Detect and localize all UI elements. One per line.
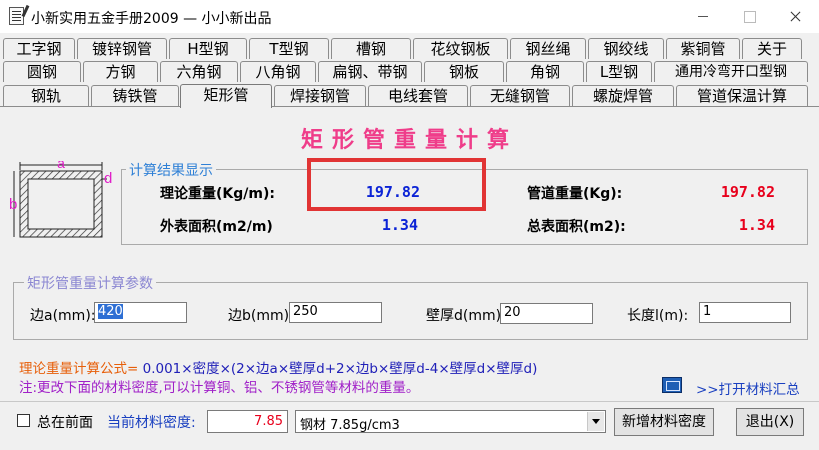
tab-cold-formed-steel[interactable]: 通用冷弯开口型钢: [654, 61, 808, 82]
diagram-label-d: d: [104, 170, 112, 187]
tab-square-steel[interactable]: 方钢: [83, 61, 158, 82]
tab-flat-steel[interactable]: 扁钢、带钢: [318, 61, 422, 82]
side-b-label: 边b(mm):: [228, 308, 294, 324]
side-b-input[interactable]: 250: [289, 302, 382, 323]
tab-seamless-pipe[interactable]: 无缝钢管: [470, 85, 570, 106]
diagram-label-b: b: [9, 196, 17, 213]
page-title: 矩形管重量计算: [300, 127, 518, 153]
tab-steel-plate[interactable]: 钢板: [424, 61, 504, 82]
rectangular-pipe-diagram: a b d: [9, 161, 112, 238]
tab-h-beam[interactable]: H型钢: [169, 38, 247, 59]
exit-button[interactable]: 退出(X): [736, 408, 804, 436]
length-label: 长度l(m):: [627, 308, 689, 324]
outer-area-label: 外表面积(m2/m): [160, 219, 273, 235]
tab-welded-pipe[interactable]: 焊接钢管: [274, 85, 366, 106]
side-a-input[interactable]: 420: [94, 302, 187, 323]
pipe-weight-label: 管道重量(Kg):: [527, 186, 623, 202]
material-select-value: 钢材 7.85g/cm3: [300, 418, 400, 433]
window-title: 小新实用五金手册2009 — 小小新出品: [31, 11, 272, 27]
tab-about[interactable]: 关于: [742, 38, 802, 59]
theory-weight-label: 理论重量(Kg/m):: [160, 186, 275, 202]
tab-channel-steel[interactable]: 槽钢: [331, 38, 411, 59]
outer-area-value: 1.34: [381, 216, 418, 234]
highlight-box: [307, 158, 486, 211]
diagram-label-a: a: [57, 161, 65, 171]
tab-conduit[interactable]: 电线套管: [368, 85, 468, 106]
footer-divider: [0, 401, 819, 402]
tab-pipe-insulation[interactable]: 管道保温计算: [676, 85, 808, 106]
add-density-button[interactable]: 新增材料密度: [614, 408, 714, 436]
minimize-icon[interactable]: [680, 0, 726, 33]
material-table-icon[interactable]: [662, 377, 682, 393]
density-label: 当前材料密度:: [107, 415, 196, 431]
formula-text: 理论重量计算公式= 0.001×密度×(2×边a×壁厚d+2×边b×壁厚d-4×…: [19, 357, 537, 377]
tab-rectangular-pipe[interactable]: 矩形管: [180, 84, 272, 108]
close-icon[interactable]: [772, 0, 818, 33]
app-notepad-icon[interactable]: [9, 7, 24, 25]
tab-copper-pipe[interactable]: 紫铜管: [666, 38, 740, 59]
tab-t-beam[interactable]: T型钢: [249, 38, 329, 59]
material-select[interactable]: 钢材 7.85g/cm3: [295, 410, 606, 433]
always-on-top-label[interactable]: 总在前面: [37, 412, 93, 432]
density-note: 注:更改下面的材料密度,可以计算铜、铝、不锈钢管等材料的重量。: [19, 380, 420, 396]
params-group-legend: 矩形管重量计算参数: [24, 273, 156, 293]
tab-galvanized-pipe[interactable]: 镀锌钢管: [77, 38, 167, 59]
tab-checkered-plate[interactable]: 花纹钢板: [413, 38, 508, 59]
tab-l-steel[interactable]: L型钢: [586, 61, 652, 82]
tab-spiral-welded-pipe[interactable]: 螺旋焊管: [572, 85, 674, 106]
pipe-weight-value: 197.82: [720, 183, 775, 201]
chevron-down-icon[interactable]: [587, 412, 604, 431]
maximize-icon[interactable]: [726, 0, 772, 33]
title-bar: 小新实用五金手册2009 — 小小新出品: [0, 0, 819, 33]
thickness-input[interactable]: 20: [500, 303, 593, 324]
tab-cast-iron-pipe[interactable]: 铸铁管: [91, 85, 179, 106]
always-on-top-checkbox[interactable]: [17, 414, 30, 427]
thickness-label: 壁厚d(mm): [426, 308, 502, 324]
total-area-value: 1.34: [738, 216, 775, 234]
length-input[interactable]: 1: [699, 302, 791, 323]
density-value[interactable]: 7.85: [207, 410, 288, 433]
open-materials-link[interactable]: >>打开材料汇总: [696, 378, 800, 398]
tab-steel-strand[interactable]: 钢绞线: [588, 38, 664, 59]
formula-body: 0.001×密度×(2×边a×壁厚d+2×边b×壁厚d-4×壁厚d×壁厚d): [138, 361, 538, 377]
result-group-legend: 计算结果显示: [126, 160, 216, 180]
tab-round-steel[interactable]: 圆钢: [3, 61, 81, 82]
tab-i-beam[interactable]: 工字钢: [3, 38, 75, 59]
side-a-label: 边a(mm):: [30, 308, 96, 324]
tab-divider: [0, 106, 819, 107]
tab-wire-rope[interactable]: 钢丝绳: [510, 38, 586, 59]
tab-angle-steel[interactable]: 角钢: [506, 61, 584, 82]
formula-prefix: 理论重量计算公式=: [19, 361, 139, 377]
tab-rail[interactable]: 钢轨: [3, 85, 89, 106]
total-area-label: 总表面积(m2):: [527, 219, 626, 235]
tab-hexagon-steel[interactable]: 六角钢: [160, 61, 238, 82]
tab-octagon-steel[interactable]: 八角钢: [240, 61, 316, 82]
